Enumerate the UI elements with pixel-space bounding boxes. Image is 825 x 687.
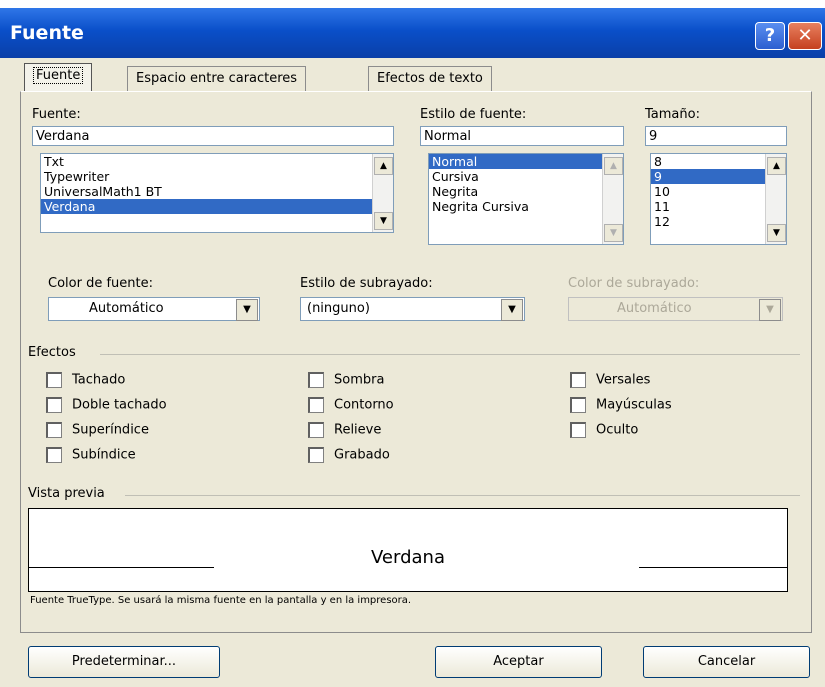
scroll-down-icon[interactable]: ▼ (374, 212, 393, 230)
checkbox-contorno[interactable]: Contorno (308, 397, 394, 413)
preview-box: Verdana (28, 508, 788, 592)
list-item[interactable]: Negrita Cursiva (429, 199, 623, 214)
font-color-select[interactable]: Automático ▼ (48, 297, 260, 321)
size-list[interactable]: 8 9 10 11 12 ▲ ▼ (650, 153, 787, 245)
scroll-up-icon[interactable]: ▲ (374, 157, 393, 175)
font-label: Fuente: (32, 107, 81, 122)
style-label: Estilo de fuente: (420, 107, 527, 122)
checkbox-box[interactable] (308, 447, 324, 463)
underline-style-value: (ninguno) (307, 301, 370, 316)
font-input[interactable]: Verdana (32, 126, 394, 146)
font-color-label: Color de fuente: (48, 276, 153, 291)
checkbox-grabado[interactable]: Grabado (308, 447, 390, 463)
scroll-down-icon[interactable]: ▼ (604, 224, 623, 242)
checkbox-relieve[interactable]: Relieve (308, 422, 381, 438)
underline-color-label: Color de subrayado: (568, 276, 700, 291)
checkbox-box[interactable] (46, 372, 62, 388)
checkbox-box[interactable] (46, 422, 62, 438)
checkbox-box[interactable] (308, 397, 324, 413)
close-button[interactable]: ✕ (788, 22, 822, 50)
list-item[interactable]: Cursiva (429, 169, 623, 184)
checkbox-box[interactable] (570, 372, 586, 388)
scroll-up-icon[interactable]: ▲ (604, 157, 623, 175)
checkbox-box[interactable] (570, 397, 586, 413)
tab-fuente[interactable]: Fuente (24, 63, 93, 92)
style-input[interactable]: Normal (420, 126, 624, 146)
preview-divider (125, 495, 800, 496)
checkbox-superindice[interactable]: Superíndice (46, 422, 149, 438)
font-color-value: Automático (89, 301, 164, 316)
checkbox-box[interactable] (46, 397, 62, 413)
default-button[interactable]: Predeterminar... (28, 646, 220, 678)
size-label: Tamaño: (645, 107, 700, 122)
checkbox-versales[interactable]: Versales (570, 372, 650, 388)
scroll-up-icon[interactable]: ▲ (767, 157, 786, 175)
cancel-button[interactable]: Cancelar (643, 646, 810, 678)
size-list-scrollbar[interactable]: ▲ ▼ (765, 154, 786, 244)
preview-note: Fuente TrueType. Se usará la misma fuent… (30, 595, 412, 606)
chevron-down-icon[interactable]: ▼ (236, 299, 258, 321)
checkbox-box[interactable] (46, 447, 62, 463)
underline-color-value: Automático (617, 301, 692, 316)
font-list[interactable]: Txt Typewriter UniversalMath1 BT Verdana… (40, 153, 394, 233)
list-item-selected[interactable]: Normal (429, 154, 623, 169)
list-item[interactable]: Negrita (429, 184, 623, 199)
top-crop-strip (0, 0, 825, 8)
list-item-selected[interactable]: Verdana (41, 199, 393, 214)
list-item[interactable]: UniversalMath1 BT (41, 184, 393, 199)
font-dialog: Fuente ? ✕ Espacio entre caracteres Efec… (0, 0, 825, 687)
checkbox-sombra[interactable]: Sombra (308, 372, 384, 388)
list-item[interactable]: Txt (41, 154, 393, 169)
title-bar: Fuente ? ✕ (0, 8, 825, 58)
font-list-scrollbar[interactable]: ▲ ▼ (372, 154, 393, 232)
effects-divider (100, 354, 800, 355)
checkbox-mayusculas[interactable]: Mayúsculas (570, 397, 672, 413)
style-list[interactable]: Normal Cursiva Negrita Negrita Cursiva ▲… (428, 153, 624, 245)
help-button[interactable]: ? (755, 22, 785, 50)
underline-color-select: Automático ▼ (568, 297, 783, 321)
tab-espacio[interactable]: Espacio entre caracteres (127, 66, 307, 91)
chevron-down-icon: ▼ (759, 299, 781, 321)
checkbox-doble-tachado[interactable]: Doble tachado (46, 397, 167, 413)
tab-efectos-texto[interactable]: Efectos de texto (368, 66, 492, 91)
checkbox-box[interactable] (570, 422, 586, 438)
window-title: Fuente (10, 22, 84, 44)
effects-label: Efectos (28, 345, 76, 360)
preview-label: Vista previa (28, 486, 105, 501)
chevron-down-icon[interactable]: ▼ (501, 299, 523, 321)
checkbox-box[interactable] (308, 372, 324, 388)
checkbox-oculto[interactable]: Oculto (570, 422, 638, 438)
underline-style-label: Estilo de subrayado: (300, 276, 433, 291)
checkbox-tachado[interactable]: Tachado (46, 372, 125, 388)
checkbox-subindice[interactable]: Subíndice (46, 447, 136, 463)
size-input[interactable]: 9 (645, 126, 787, 146)
ok-button[interactable]: Aceptar (435, 646, 602, 678)
underline-style-select[interactable]: (ninguno) ▼ (300, 297, 525, 321)
list-item[interactable]: Typewriter (41, 169, 393, 184)
scroll-down-icon[interactable]: ▼ (767, 224, 786, 242)
style-list-scrollbar[interactable]: ▲ ▼ (602, 154, 623, 244)
checkbox-box[interactable] (308, 422, 324, 438)
preview-sample: Verdana (371, 547, 445, 568)
